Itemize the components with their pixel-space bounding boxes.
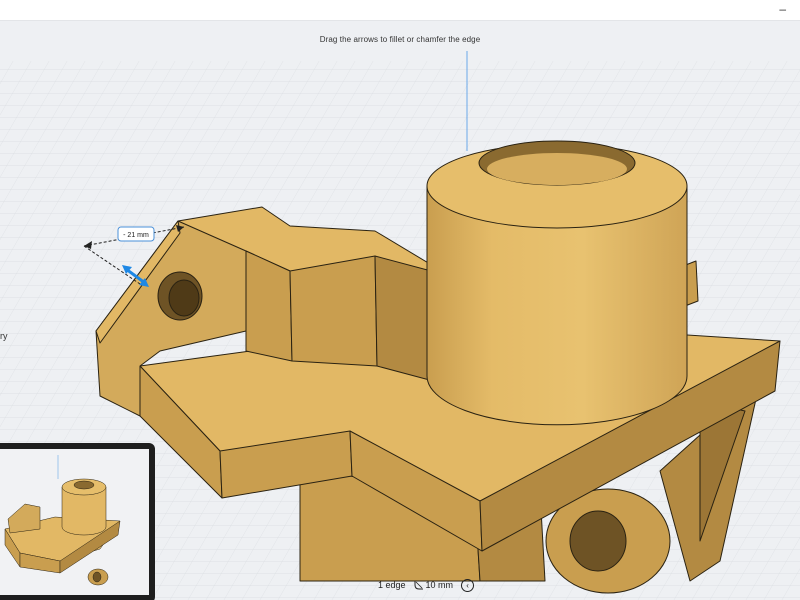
thumbnail-canvas [4,455,121,586]
title-bar: – [0,0,800,21]
fillet-radius-icon [414,581,423,590]
thumbnail-preview[interactable] [0,443,155,600]
fillet-length[interactable]: 10 mm [414,580,454,590]
side-panel-text: ry [0,331,8,341]
thumbnail-screen [0,449,149,595]
minimize-button[interactable]: – [779,2,786,16]
hint-text: Drag the arrows to fillet or chamfer the… [319,35,481,44]
fillet-length-value: 10 mm [425,580,454,590]
3d-viewport[interactable]: - 21 mm Drag the arrows to fillet or cha… [0,21,800,600]
measure-label[interactable]: - 21 mm [117,226,155,242]
selection-count: 1 edge [378,580,406,590]
status-bar: 1 edge 10 mm ‹ [378,578,475,592]
options-button[interactable]: ‹ [461,578,475,592]
measure-label-text: - 21 mm [123,232,149,239]
